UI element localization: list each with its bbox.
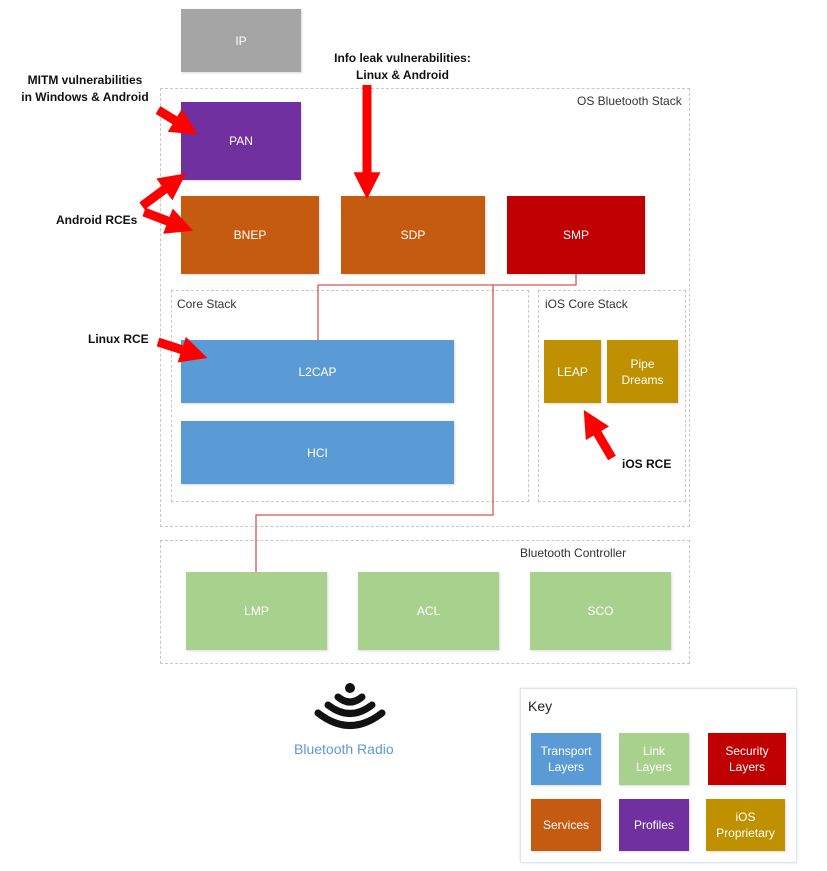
smp-l2cap-connector [317, 274, 577, 340]
mitm-line2: in Windows & Android [21, 90, 149, 104]
key-title: Key [528, 698, 553, 714]
mitm-annotation: MITM vulnerabilities in Windows & Android [10, 72, 160, 106]
smp-lmp-connector [255, 285, 494, 572]
ios-rce-annotation: iOS RCE [622, 457, 672, 471]
key-link: Link Layers [619, 733, 689, 785]
key-security: Security Layers [708, 733, 786, 785]
mitm-line1: MITM vulnerabilities [27, 73, 143, 87]
ios-rce-arrow [583, 410, 616, 461]
bluetooth-radio-label: Bluetooth Radio [294, 741, 394, 757]
info-leak-annotation: Info leak vulnerabilities: Linux & Androi… [320, 50, 485, 84]
info-leak-line1: Info leak vulnerabilities: [334, 51, 471, 65]
android-rce-arrow-bnep [142, 207, 194, 234]
info-leak-line2: Linux & Android [356, 68, 449, 82]
key-transport: Transport Layers [531, 733, 601, 785]
key-panel: Key Transport Layers Link Layers Securit… [520, 688, 797, 863]
linux-rce-arrow [156, 336, 208, 363]
android-rce-annotation: Android RCEs [56, 213, 138, 227]
mitm-arrow [155, 106, 198, 135]
linux-rce-annotation: Linux RCE [88, 332, 149, 346]
key-ios-proprietary: iOS Proprietary [706, 799, 785, 851]
wireless-signal-icon [314, 683, 386, 729]
android-rce-arrow-pan [139, 173, 187, 210]
key-profiles: Profiles [619, 799, 689, 851]
key-services: Services [531, 799, 601, 851]
